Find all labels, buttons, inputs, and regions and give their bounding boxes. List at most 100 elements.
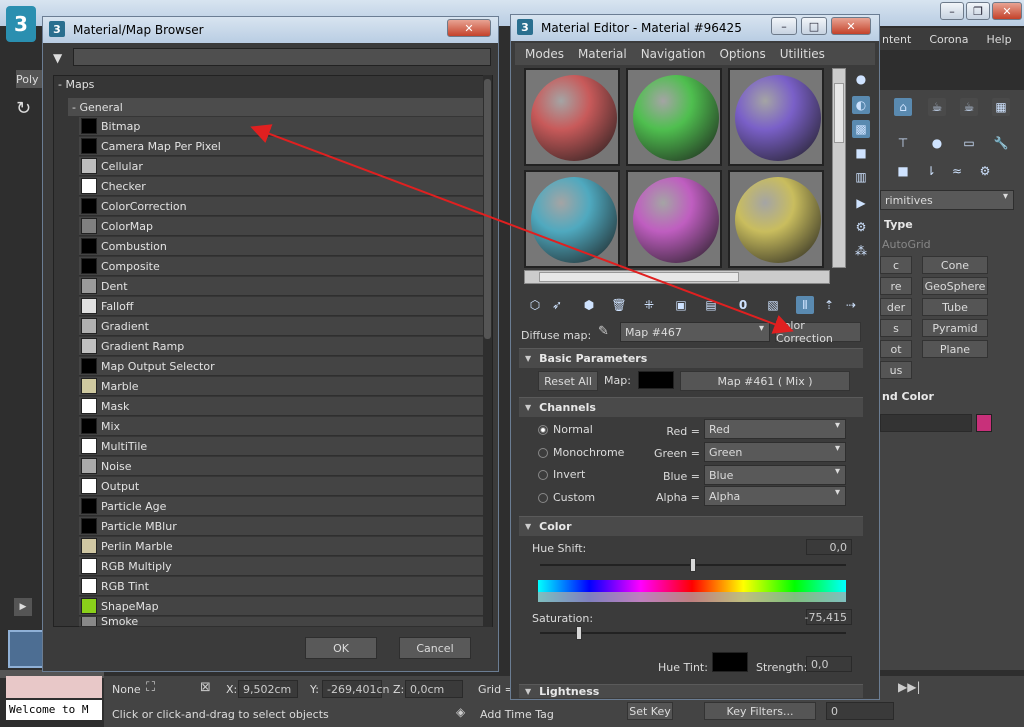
browser-ok-button[interactable]: OK [305, 637, 377, 659]
menu-material[interactable]: Material [578, 47, 627, 61]
slots-scroll-thumb[interactable] [539, 272, 739, 282]
frame-field[interactable]: 0 [826, 702, 894, 720]
map-list-item[interactable]: Mix [79, 417, 484, 436]
menu-content[interactable]: ntent [882, 33, 911, 46]
helpers-icon[interactable]: ⇂ [922, 162, 940, 180]
go-to-parent-icon[interactable]: ⇡ [820, 296, 838, 314]
make-preview-icon[interactable]: ▶ [852, 194, 870, 212]
channels-header[interactable]: ▼ Channels [519, 397, 863, 417]
prim-button-pyramid[interactable]: Pyramid [922, 319, 988, 337]
menu-modes[interactable]: Modes [525, 47, 564, 61]
viewport-thumb[interactable] [8, 630, 44, 668]
left-play-icon[interactable]: ▶ [14, 598, 32, 616]
map-list-item[interactable]: Bitmap [79, 117, 484, 136]
green-dropdown[interactable]: Green [704, 442, 846, 462]
sample-slot[interactable] [524, 170, 620, 268]
hue-shift-value[interactable]: 0,0 [806, 539, 852, 555]
saturation-slider-track[interactable] [540, 626, 846, 640]
slots-vscroll-thumb[interactable] [834, 83, 844, 143]
show-map-icon[interactable]: ▧ [764, 296, 782, 314]
options-icon[interactable]: ⚙ [852, 218, 870, 236]
lock-selection-icon[interactable]: ⛶ [146, 680, 164, 698]
set-key-button[interactable]: Set Key [627, 702, 673, 720]
main-minimize-button[interactable]: – [940, 2, 964, 20]
prim-button-cone[interactable]: Cone [922, 256, 988, 274]
reset-all-button[interactable]: Reset All [538, 371, 598, 391]
show-end-result-icon[interactable]: Ⅱ [796, 296, 814, 314]
radio-normal-label[interactable]: Normal [553, 423, 593, 436]
grid-view-icon[interactable]: ▦ [992, 98, 1010, 116]
radio-monochrome[interactable] [538, 448, 548, 458]
editor-minimize-button[interactable]: – [771, 17, 797, 35]
absolute-mode-icon[interactable]: ⊠ [200, 680, 218, 698]
basic-parameters-header[interactable]: ▼ Basic Parameters [519, 348, 863, 368]
select-by-material-icon[interactable]: ⁂ [852, 242, 870, 260]
teapot-render-icon[interactable]: ☕ [960, 98, 978, 116]
uv-tiling-icon[interactable]: ■ [852, 144, 870, 162]
camera-icon[interactable]: ■ [894, 162, 912, 180]
lightness-header[interactable]: ▼ Lightness [519, 684, 863, 698]
editor-close-button[interactable]: ✕ [831, 17, 871, 35]
channel-id-icon[interactable]: 0 [734, 296, 752, 314]
editor-titlebar[interactable]: 3 Material Editor - Material #96425 – □ … [511, 15, 879, 41]
put-to-scene-icon[interactable]: ➶ [548, 296, 566, 314]
map-list-item[interactable]: Particle MBlur [79, 517, 484, 536]
menu-navigation[interactable]: Navigation [641, 47, 706, 61]
prim-button-partial-4[interactable]: s [880, 319, 912, 337]
map-list-item[interactable]: Camera Map Per Pixel [79, 137, 484, 156]
z-coordinate-field[interactable]: 0,0cm [405, 680, 463, 698]
create-tab-icon[interactable]: ⌂ [894, 98, 912, 116]
map-browser-close-button[interactable]: ✕ [447, 19, 491, 37]
map-list-item[interactable]: Marble [79, 377, 484, 396]
prim-button-partial-6[interactable]: us [880, 361, 912, 379]
slots-vscrollbar[interactable] [832, 68, 846, 268]
map-list-item[interactable]: Smoke [79, 617, 484, 627]
map-list-item[interactable]: Noise [79, 457, 484, 476]
prim-button-partial-5[interactable]: ot [880, 340, 912, 358]
browser-scroll-thumb[interactable] [484, 79, 491, 339]
maps-group-header[interactable]: - Maps [58, 78, 478, 94]
object-color-swatch[interactable] [976, 414, 992, 432]
sample-slot[interactable] [524, 68, 620, 166]
primitives-dropdown[interactable]: rimitives [880, 190, 1014, 210]
main-restore-button[interactable]: ❐ [966, 2, 990, 20]
make-unique-icon[interactable]: ⁜ [640, 296, 658, 314]
map-list-item[interactable]: Falloff [79, 297, 484, 316]
max-logo[interactable]: 3 [6, 6, 36, 42]
map-list-item[interactable]: Dent [79, 277, 484, 296]
radio-monochrome-label[interactable]: Monochrome [553, 446, 624, 459]
radio-custom[interactable] [538, 493, 548, 503]
next-frame-icon[interactable]: ▶▶| [898, 680, 921, 694]
reset-map-icon[interactable]: 🗑 [610, 296, 628, 314]
sample-type-icon[interactable]: ● [852, 70, 870, 88]
alpha-dropdown[interactable]: Alpha [704, 486, 846, 506]
saturation-slider-thumb[interactable] [576, 626, 582, 640]
menu-corona[interactable]: Corona [929, 33, 968, 46]
poly-tab[interactable]: Poly [16, 70, 44, 88]
utilities-icon[interactable]: 🔧 [992, 134, 1010, 152]
hue-slider-thumb[interactable] [690, 558, 696, 572]
background-icon[interactable]: ▩ [852, 120, 870, 138]
key-filters-button[interactable]: Key Filters... [704, 702, 816, 720]
get-material-icon[interactable]: ⬡ [526, 296, 544, 314]
y-coordinate-field[interactable]: -269,401cn [322, 680, 389, 698]
menu-utilities[interactable]: Utilities [780, 47, 825, 61]
sample-slot[interactable] [626, 68, 722, 166]
systems-icon[interactable]: ⚙ [976, 162, 994, 180]
saturation-value[interactable]: -75,415 [805, 609, 852, 625]
main-close-button[interactable]: ✕ [992, 2, 1022, 20]
color-header[interactable]: ▼ Color [519, 516, 863, 536]
hue-slider-track[interactable] [540, 558, 846, 572]
x-coordinate-field[interactable]: 9,502cm [238, 680, 298, 698]
add-time-tag-label[interactable]: Add Time Tag [480, 708, 554, 721]
map-browser-titlebar[interactable]: 3 Material/Map Browser ✕ [43, 17, 498, 43]
hierarchy-icon[interactable]: ⊤ [894, 134, 912, 152]
map-name-dropdown[interactable]: Map #467 [620, 322, 770, 342]
go-forward-sibling-icon[interactable]: ⇢ [842, 296, 860, 314]
prim-button-plane[interactable]: Plane [922, 340, 988, 358]
radio-invert-label[interactable]: Invert [553, 468, 585, 481]
map-list-item[interactable]: Combustion [79, 237, 484, 256]
map-list-item[interactable]: RGB Tint [79, 577, 484, 596]
teapot-icon[interactable]: ☕ [928, 98, 946, 116]
map-list-item[interactable]: ColorMap [79, 217, 484, 236]
